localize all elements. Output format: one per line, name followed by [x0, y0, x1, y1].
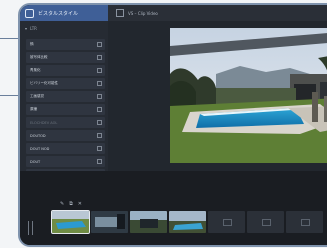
preview-viewer: VS – Clip Video — [108, 5, 327, 176]
style-list-item[interactable]: 工画感覚 — [26, 91, 105, 102]
checkbox[interactable] — [97, 133, 102, 138]
checkbox[interactable] — [97, 68, 102, 73]
style-list-item[interactable]: ELOCHDEV AOL — [26, 117, 105, 128]
style-list-item-label: ELOCHDEV AOL — [30, 120, 58, 125]
placeholder-icon — [223, 219, 232, 226]
style-list-item-label: 鍋 — [30, 42, 34, 46]
device-frame: ビスタルスタイル ▾ LTR 鍋被写体比較青風化ビバリー化可能性 工画感覚原鐘 EL… — [18, 3, 327, 247]
style-list-item-label: DOUT — [30, 159, 41, 164]
panel-subheader[interactable]: ▾ LTR — [20, 23, 108, 33]
checkbox[interactable] — [97, 120, 102, 125]
style-list-item[interactable]: 鍋 — [26, 39, 105, 50]
style-panel: ビスタルスタイル ▾ LTR 鍋被写体比較青風化ビバリー化可能性 工画感覚原鐘 EL… — [20, 5, 108, 180]
panel-title: ビスタルスタイル — [38, 10, 79, 17]
panel-icon — [25, 8, 34, 18]
checkbox[interactable] — [97, 146, 102, 151]
chevron-down-icon[interactable]: ▾ — [25, 26, 27, 31]
style-list-item-label: DOUTOD — [30, 133, 46, 138]
timeline-clip[interactable] — [91, 211, 128, 233]
style-list-item[interactable]: DOUT — [26, 156, 105, 167]
placeholder-icon — [301, 219, 310, 226]
timeline-clip-empty[interactable] — [208, 211, 245, 233]
copy-icon[interactable]: ⧉ — [69, 201, 73, 207]
placeholder-icon — [262, 219, 271, 226]
checkbox[interactable] — [97, 42, 102, 47]
checkbox[interactable] — [97, 81, 102, 86]
style-list-item-label: 青風化 — [30, 68, 41, 72]
style-list-item[interactable]: DOUT NOD — [26, 143, 105, 154]
timeline-toolbar: ✎ ⧉ ✕ — [60, 201, 82, 207]
style-list-item-label: 工画感覚 — [30, 94, 44, 98]
style-list-item[interactable]: ビバリー化可能性 — [26, 78, 105, 89]
style-list-item-label: ビバリー化可能性 — [30, 81, 58, 85]
checkbox[interactable] — [97, 107, 102, 112]
timeline-clip[interactable] — [169, 211, 206, 233]
checkbox[interactable] — [97, 159, 102, 164]
style-list-item-label: 被写体比較 — [30, 55, 48, 59]
style-list-item[interactable]: 青風化 — [26, 65, 105, 76]
timeline: ✎ ⧉ ✕ — [20, 171, 327, 245]
drag-handle-icon[interactable] — [28, 221, 33, 235]
clip-icon — [116, 9, 124, 17]
style-list-item-label: DOUT NOD — [30, 146, 50, 151]
style-list-item[interactable]: 原鐘 — [26, 104, 105, 115]
timeline-clip-empty[interactable] — [247, 211, 284, 233]
pencil-icon[interactable]: ✎ — [60, 201, 64, 207]
preview-image — [170, 28, 327, 163]
timeline-clip-empty[interactable] — [286, 211, 323, 233]
style-list: 鍋被写体比較青風化ビバリー化可能性 工画感覚原鐘 ELOCHDEV AOL DOUTO… — [26, 39, 105, 182]
style-list-item[interactable]: 被写体比較 — [26, 52, 105, 63]
viewer-titlebar: VS – Clip Video — [108, 5, 327, 21]
style-list-item-label: 原鐘 — [30, 107, 37, 111]
viewer-title: VS – Clip Video — [128, 10, 158, 16]
panel-subtitle: LTR — [30, 25, 37, 31]
clip-strip — [51, 210, 323, 234]
checkbox[interactable] — [97, 55, 102, 60]
timeline-clip[interactable] — [130, 211, 167, 233]
delete-icon[interactable]: ✕ — [78, 201, 82, 207]
viewer-controls — [108, 163, 327, 176]
panel-header: ビスタルスタイル — [20, 5, 108, 21]
style-list-item[interactable]: DOUTOD — [26, 130, 105, 141]
timeline-clip[interactable] — [51, 210, 90, 234]
checkbox[interactable] — [97, 94, 102, 99]
